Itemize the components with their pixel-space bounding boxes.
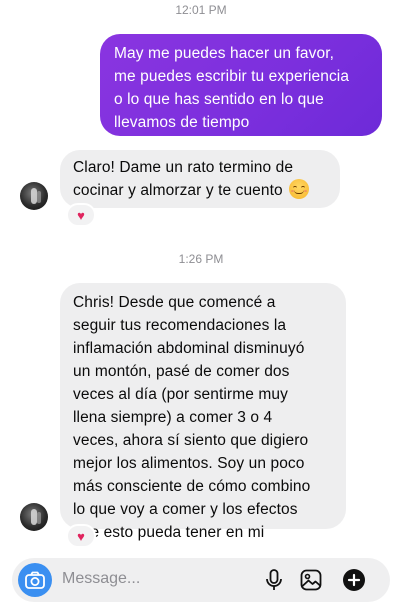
plus-icon <box>343 569 365 591</box>
message-line: seguir tus recomendaciones la <box>73 317 287 334</box>
microphone-icon <box>266 569 282 590</box>
message-line: me puedes escribir tu experiencia <box>114 68 350 85</box>
message-line: mejor los alimentos. Soy un poco <box>73 455 305 472</box>
message-line: llevamos de tiempo <box>114 114 250 131</box>
heart-reaction-icon[interactable]: ♥ <box>66 203 96 227</box>
gallery-icon <box>300 569 322 591</box>
smiling-face-emoji-icon <box>289 179 310 199</box>
add-button[interactable] <box>342 568 366 592</box>
gallery-button[interactable] <box>299 568 323 592</box>
avatar[interactable] <box>20 182 48 210</box>
message-line: cocinar y almorzar y te cuento <box>73 179 327 202</box>
timestamp: 12:01 PM <box>175 3 227 17</box>
message-line: que esto pueda tener en mi <box>73 524 265 541</box>
message-line: May me puedes hacer un favor, <box>114 45 335 62</box>
message-line: lo que voy a comer y los efectos <box>73 501 298 518</box>
message-line: Chris! Desde que comencé a <box>73 294 276 311</box>
camera-icon <box>25 571 45 589</box>
message-composer <box>12 558 390 602</box>
heart-reaction-icon[interactable]: ♥ <box>66 524 96 548</box>
message-line: o lo que has sentido en lo que <box>114 91 324 108</box>
message-input[interactable] <box>62 570 242 588</box>
message-line: llena siempre) a comer 3 o 4 <box>73 409 273 426</box>
message-line: inflamación abdominal disminuyó <box>73 340 305 357</box>
avatar[interactable] <box>20 503 48 531</box>
incoming-message-bubble[interactable]: Claro! Dame un rato termino de cocinar y… <box>60 150 340 208</box>
message-text: cocinar y almorzar y te cuento <box>73 182 283 199</box>
microphone-button[interactable] <box>262 568 286 592</box>
camera-button[interactable] <box>18 563 52 597</box>
outgoing-message-bubble[interactable]: May me puedes hacer un favor, me puedes … <box>100 34 382 136</box>
timestamp: 1:26 PM <box>178 252 224 266</box>
message-line: un montón, pasé de comer dos <box>73 363 290 380</box>
incoming-message-bubble[interactable]: Chris! Desde que comencé a seguir tus re… <box>60 283 346 541</box>
message-line: más consciente de cómo combino <box>73 478 311 495</box>
message-line: veces al día (por sentirme muy <box>73 386 288 403</box>
message-line: Claro! Dame un rato termino de <box>73 159 294 176</box>
message-line: veces, ahora sí siento que digiero <box>73 432 309 449</box>
